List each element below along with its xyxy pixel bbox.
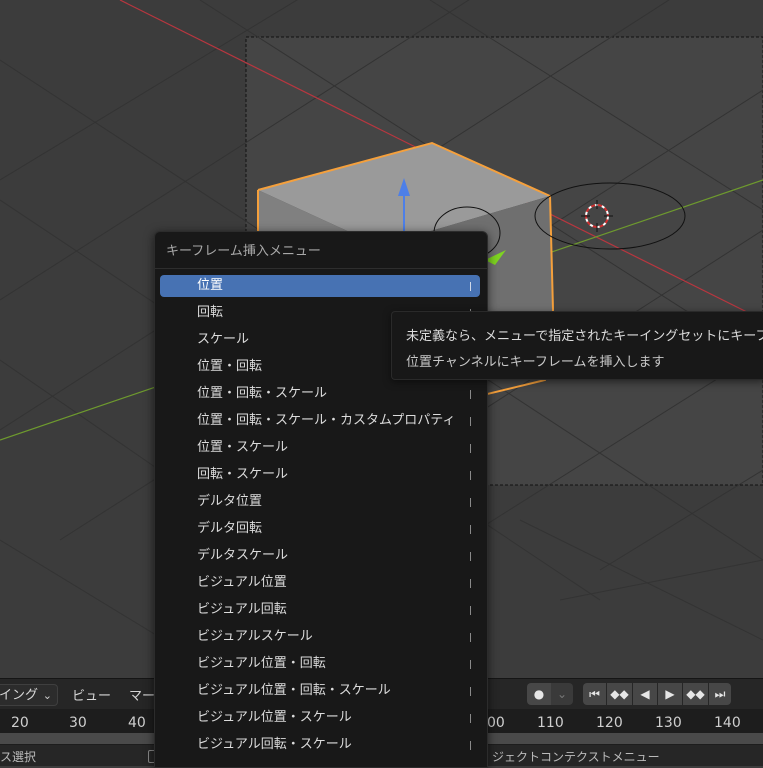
play-reverse-icon[interactable]: ◀ — [633, 683, 657, 705]
menu-item-marker — [470, 417, 471, 426]
frame-number: 30 — [69, 715, 87, 731]
menu-item-label: ビジュアル位置・回転・スケール — [197, 683, 391, 698]
menu-item-tooltip: 未定義なら、メニューで指定されたキーイングセットにキーフ 位置チャンネルにキーフ… — [391, 311, 763, 380]
keying-dropdown[interactable]: イング ⌄ — [0, 684, 58, 706]
menu-item-label: 位置・回転・スケール — [197, 386, 328, 401]
menu-item-marker — [470, 390, 471, 399]
prev-keyframe-icon[interactable]: ◆◆ — [607, 683, 632, 705]
menu-item-marker — [470, 741, 471, 750]
menu-item-marker — [470, 579, 471, 588]
menu-item-marker — [470, 444, 471, 453]
menu-item-label: 回転 — [197, 305, 224, 320]
status-left-text: ス選択 — [0, 750, 37, 764]
menu-view[interactable]: ビュー — [72, 685, 111, 704]
menu-item-marker — [470, 714, 471, 723]
frame-number: 110 — [537, 715, 564, 731]
frame-number: 140 — [714, 715, 741, 731]
keying-dropdown-label: イング — [0, 688, 39, 703]
status-right-text: ジェクトコンテクストメニュー — [492, 750, 660, 764]
menu-item-marker — [470, 471, 471, 480]
menu-divider — [155, 268, 487, 269]
chevron-down-icon[interactable]: ⌄ — [551, 683, 573, 705]
menu-item-marker — [470, 282, 471, 291]
menu-item-delta-location[interactable]: デルタ位置 — [160, 491, 480, 513]
menu-item-label: 位置・回転・スケール・カスタムプロパティ — [197, 413, 456, 428]
menu-item-visual-location-rotation-scale[interactable]: ビジュアル位置・回転・スケール — [160, 680, 480, 702]
menu-item-label: 回転・スケール — [197, 467, 289, 482]
jump-start-icon[interactable]: ⏮ — [583, 683, 606, 705]
menu-item-visual-rotation[interactable]: ビジュアル回転 — [160, 599, 480, 621]
frame-number: 130 — [655, 715, 682, 731]
menu-marker[interactable]: マー — [129, 685, 155, 704]
menu-item-marker — [470, 660, 471, 669]
menu-title: キーフレーム挿入メニュー — [166, 244, 321, 259]
menu-item-location-scale[interactable]: 位置・スケール — [160, 437, 480, 459]
menu-item-label: スケール — [197, 332, 250, 347]
menu-item-visual-location-scale[interactable]: ビジュアル位置・スケール — [160, 707, 480, 729]
menu-item-location[interactable]: 位置 — [160, 275, 480, 297]
next-keyframe-icon[interactable]: ◆◆ — [683, 683, 708, 705]
menu-item-label: ビジュアル位置・回転 — [197, 656, 326, 671]
menu-item-marker — [470, 633, 471, 642]
frame-number: 40 — [128, 715, 146, 731]
frame-number: 120 — [596, 715, 623, 731]
menu-item-marker — [470, 525, 471, 534]
menu-item-label: 位置・スケール — [197, 440, 289, 455]
menu-item-label: 位置 — [197, 278, 224, 293]
menu-item-visual-rotation-scale[interactable]: ビジュアル回転・スケール — [160, 734, 480, 756]
chevron-down-icon: ⌄ — [42, 689, 52, 702]
menu-item-visual-scale[interactable]: ビジュアルスケール — [160, 626, 480, 648]
menu-item-label: ビジュアルスケール — [197, 629, 313, 644]
menu-item-visual-location-rotation[interactable]: ビジュアル位置・回転 — [160, 653, 480, 675]
frame-number: 20 — [11, 715, 29, 731]
menu-item-label: ビジュアル位置・スケール — [197, 710, 352, 725]
menu-item-delta-scale[interactable]: デルタスケール — [160, 545, 480, 567]
menu-item-visual-location[interactable]: ビジュアル位置 — [160, 572, 480, 594]
menu-item-label: デルタ位置 — [197, 494, 263, 509]
menu-item-label: ビジュアル回転・スケール — [197, 737, 352, 752]
menu-item-label: デルタ回転 — [197, 521, 263, 536]
menu-item-label: ビジュアル位置 — [197, 575, 287, 590]
menu-item-label: 位置・回転 — [197, 359, 263, 374]
menu-item-marker — [470, 498, 471, 507]
menu-item-delta-rotation[interactable]: デルタ回転 — [160, 518, 480, 540]
record-dot-icon[interactable]: ● — [527, 683, 551, 705]
play-icon[interactable]: ▶ — [658, 683, 682, 705]
menu-item-label: デルタスケール — [197, 548, 289, 563]
tooltip-description: 未定義なら、メニューで指定されたキーイングセットにキーフ — [406, 329, 763, 344]
menu-item-marker — [470, 606, 471, 615]
tooltip-detail: 位置チャンネルにキーフレームを挿入します — [406, 355, 665, 370]
menu-item-location-rotation-scale[interactable]: 位置・回転・スケール — [160, 383, 480, 405]
menu-item-location-rotation-scale-custom[interactable]: 位置・回転・スケール・カスタムプロパティ — [160, 410, 480, 432]
menu-item-label: ビジュアル回転 — [197, 602, 287, 617]
menu-item-rotation-scale[interactable]: 回転・スケール — [160, 464, 480, 486]
menu-item-marker — [470, 552, 471, 561]
frame-number: 00 — [487, 715, 505, 731]
menu-item-marker — [470, 687, 471, 696]
jump-end-icon[interactable]: ⏭ — [709, 683, 731, 705]
